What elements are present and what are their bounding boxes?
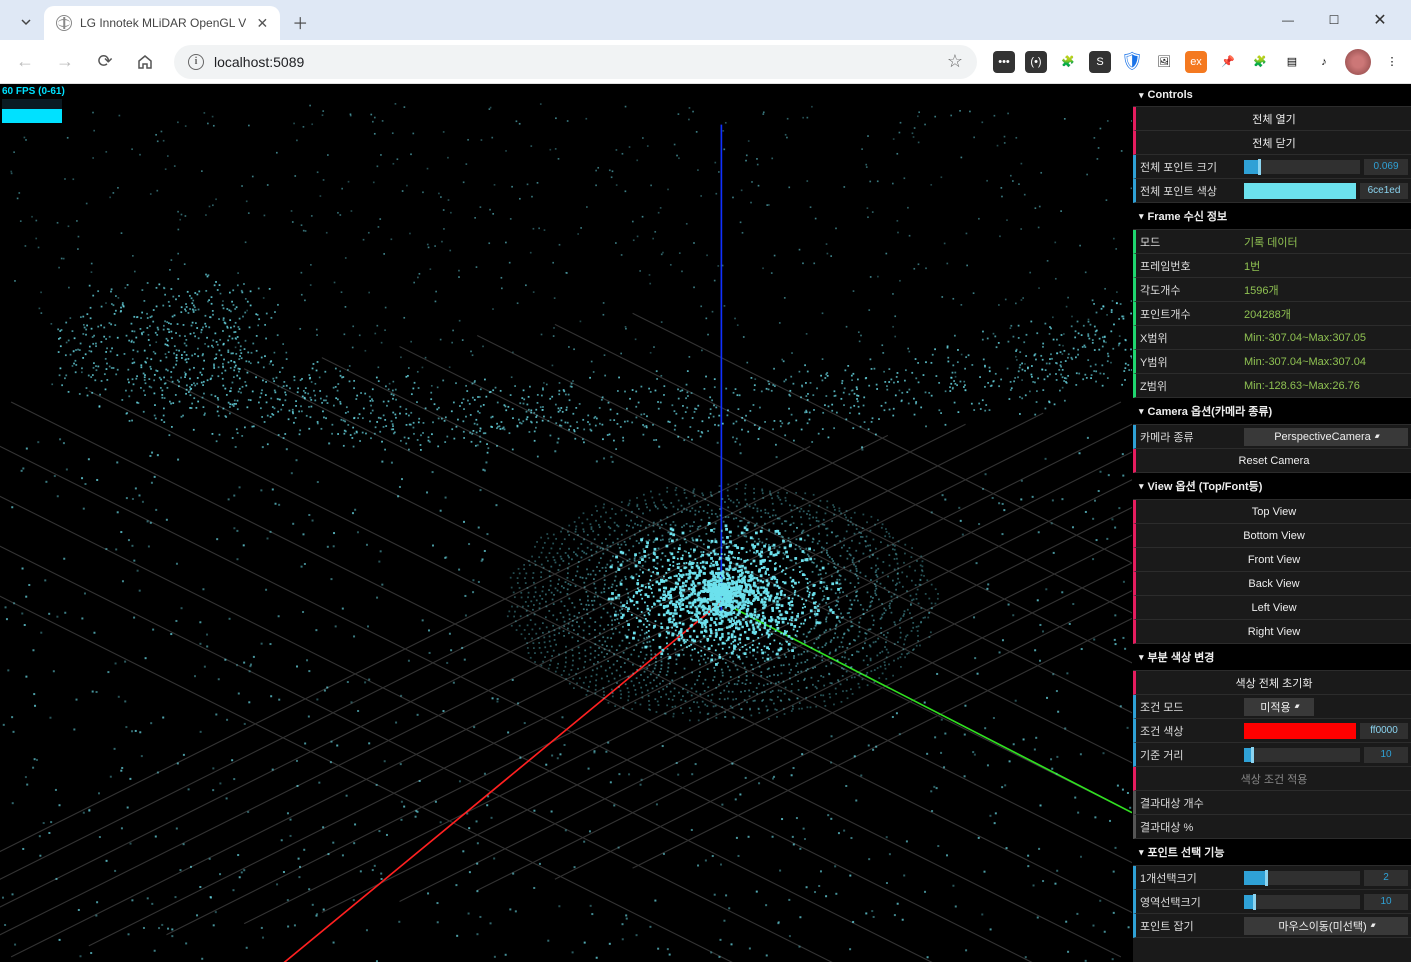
region-select-size-slider[interactable] (1244, 895, 1360, 909)
profile-avatar[interactable] (1345, 49, 1371, 75)
pin-icon[interactable]: 📌 (1217, 51, 1239, 73)
base-dist-slider[interactable] (1244, 748, 1360, 762)
window-maximize-button[interactable]: ☐ (1311, 0, 1357, 40)
section-point-select[interactable]: 포인트 선택 기능 (1133, 839, 1411, 866)
condition-color-swatch[interactable] (1244, 723, 1356, 739)
condition-mode-select[interactable]: 미적용 (1244, 698, 1314, 716)
nav-reload-button[interactable]: ⟳ (88, 45, 122, 79)
point-count-value: 204288개 (1244, 306, 1408, 322)
app-viewport: 60 FPS (0-61) Controls 전체 열기 전체 닫기 전체 포인… (0, 84, 1411, 962)
section-partial-color[interactable]: 부분 색상 변경 (1133, 644, 1411, 671)
one-select-size-slider[interactable] (1244, 871, 1360, 885)
close-all-button[interactable]: 전체 닫기 (1140, 131, 1408, 154)
open-all-button[interactable]: 전체 열기 (1140, 107, 1408, 130)
right-view-button[interactable]: Right View (1140, 620, 1408, 643)
extension-icon[interactable]: ••• (993, 51, 1015, 73)
extension-icons: ••• (•) 🧩 S 🛡 🖼 ex 📌 🧩 ▤ ♪ ⋮ (993, 49, 1403, 75)
point-color-swatch[interactable] (1244, 183, 1356, 199)
extension-icon[interactable]: ex (1185, 51, 1207, 73)
extension-icon[interactable]: 🧩 (1057, 51, 1079, 73)
side-panel-icon[interactable]: ▤ (1281, 51, 1303, 73)
site-info-icon[interactable]: i (188, 54, 204, 70)
fps-overlay: 60 FPS (0-61) (2, 86, 65, 123)
chrome-menu-icon[interactable]: ⋮ (1381, 51, 1403, 73)
tab-title: LG Innotek MLiDAR OpenGL V (80, 16, 246, 30)
color-reset-button[interactable]: 색상 전체 초기화 (1140, 671, 1408, 694)
bookmark-star-icon[interactable]: ☆ (947, 51, 963, 72)
nav-back-button[interactable]: ← (8, 45, 42, 79)
tab-close-button[interactable]: ✕ (254, 15, 270, 31)
apply-color-condition-button[interactable]: 색상 조건 적용 (1140, 767, 1408, 790)
front-view-button[interactable]: Front View (1140, 548, 1408, 571)
section-view[interactable]: View 옵션 (Top/Font등) (1133, 473, 1411, 500)
browser-toolbar: ← → ⟳ i localhost:5089 ☆ ••• (•) 🧩 S 🛡 🖼… (0, 40, 1411, 84)
browser-tab[interactable]: LG Innotek MLiDAR OpenGL V ✕ (44, 6, 280, 40)
frame-num-value: 1번 (1244, 258, 1408, 274)
point-color-label: 전체 포인트 색상 (1140, 183, 1240, 199)
top-view-button[interactable]: Top View (1140, 500, 1408, 523)
region-select-size-value[interactable]: 10 (1364, 894, 1408, 910)
section-camera[interactable]: Camera 옵션(카메라 종류) (1133, 398, 1411, 425)
point-grab-select[interactable]: 마우스이동(미선택) (1244, 917, 1408, 935)
url-text: localhost:5089 (214, 54, 304, 70)
globe-icon (56, 15, 72, 31)
nav-home-button[interactable] (128, 45, 162, 79)
base-dist-value[interactable]: 10 (1364, 747, 1408, 763)
window-controls: — ☐ ✕ (1265, 0, 1403, 40)
nav-forward-button[interactable]: → (48, 45, 82, 79)
extension-icon[interactable]: (•) (1025, 51, 1047, 73)
window-close-button[interactable]: ✕ (1357, 0, 1403, 40)
shield-icon[interactable]: 🛡 (1121, 51, 1143, 73)
reset-camera-button[interactable]: Reset Camera (1140, 449, 1408, 472)
angle-count-value: 1596개 (1244, 282, 1408, 298)
extension-icon[interactable]: S (1089, 51, 1111, 73)
point-size-label: 전체 포인트 크기 (1140, 159, 1240, 175)
pointcloud-render (0, 84, 1132, 962)
x-range-value: Min:-307.04~Max:307.05 (1244, 332, 1408, 344)
tab-search-button[interactable] (12, 8, 40, 36)
back-view-button[interactable]: Back View (1140, 572, 1408, 595)
point-color-hex[interactable]: 6ce1ed (1360, 183, 1408, 199)
camera-type-select[interactable]: PerspectiveCamera (1244, 428, 1408, 446)
condition-color-hex[interactable]: ff0000 (1360, 723, 1408, 739)
point-size-value[interactable]: 0.069 (1364, 159, 1408, 175)
extensions-menu-icon[interactable]: 🧩 (1249, 51, 1271, 73)
control-panel: Controls 전체 열기 전체 닫기 전체 포인트 크기 0.069 전체 … (1132, 84, 1411, 962)
address-bar[interactable]: i localhost:5089 ☆ (174, 45, 977, 79)
media-icon[interactable]: ♪ (1313, 51, 1335, 73)
fps-graph (2, 99, 62, 123)
bottom-view-button[interactable]: Bottom View (1140, 524, 1408, 547)
extension-icon[interactable]: 🖼 (1153, 51, 1175, 73)
z-range-value: Min:-128.63~Max:26.76 (1244, 380, 1408, 392)
browser-titlebar: LG Innotek MLiDAR OpenGL V ✕ ＋ — ☐ ✕ (0, 0, 1411, 40)
point-size-slider[interactable] (1244, 160, 1360, 174)
left-view-button[interactable]: Left View (1140, 596, 1408, 619)
lidar-canvas[interactable]: 60 FPS (0-61) (0, 84, 1132, 962)
one-select-size-value[interactable]: 2 (1364, 870, 1408, 886)
y-range-value: Min:-307.04~Max:307.04 (1244, 356, 1408, 368)
section-frame[interactable]: Frame 수신 정보 (1133, 203, 1411, 230)
mode-value: 기록 데이터 (1244, 234, 1408, 250)
new-tab-button[interactable]: ＋ (286, 8, 314, 36)
section-controls[interactable]: Controls (1133, 84, 1411, 107)
window-minimize-button[interactable]: — (1265, 0, 1311, 40)
